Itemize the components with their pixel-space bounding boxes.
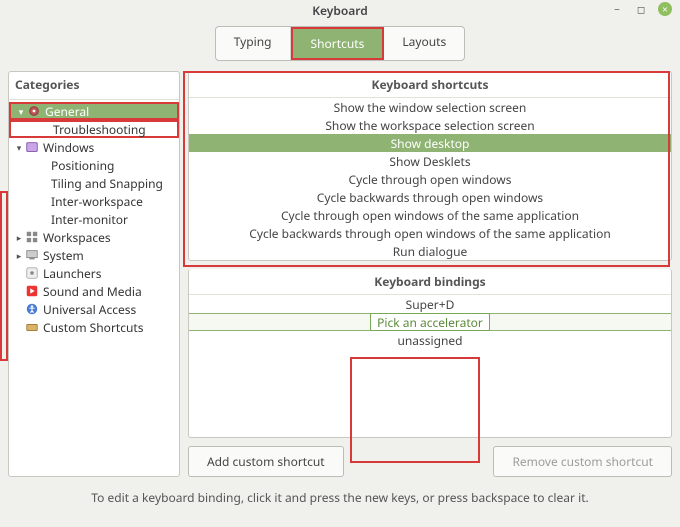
sound-icon (25, 284, 39, 298)
category-item[interactable]: Tiling and Snapping (9, 174, 179, 192)
category-label: Inter-monitor (51, 211, 128, 228)
category-item[interactable]: Sound and Media (9, 282, 179, 300)
main-area: Categories ▾ GeneralTroubleshooting ▾ Windo… (0, 71, 680, 481)
window-title: Keyboard (312, 2, 368, 19)
tab-layouts[interactable]: Layouts (384, 27, 464, 60)
close-icon[interactable]: × (658, 2, 672, 16)
window-controls: − ◻ × (610, 2, 672, 16)
shortcuts-list[interactable]: Show the window selection screenShow the… (189, 98, 671, 260)
minimize-icon[interactable]: − (610, 2, 624, 16)
category-label: Tiling and Snapping (51, 175, 163, 192)
bindings-list[interactable]: Super+DPick an acceleratorunassigned (189, 295, 671, 437)
category-item[interactable]: Inter-workspace (9, 192, 179, 210)
titlebar: Keyboard − ◻ × (0, 0, 680, 20)
categories-panel: Categories ▾ GeneralTroubleshooting ▾ Windo… (8, 71, 180, 477)
shortcut-row[interactable]: Cycle through open windows of the same a… (189, 206, 671, 224)
category-label: General (45, 103, 89, 120)
access-icon (25, 302, 39, 316)
launchers-icon (25, 266, 39, 280)
windows-icon (25, 140, 39, 154)
shortcuts-title: Keyboard shortcuts (189, 72, 671, 98)
category-label: Windows (43, 139, 94, 156)
category-item[interactable]: Positioning (9, 156, 179, 174)
shortcut-row[interactable]: Show desktop (189, 134, 671, 152)
category-label: Launchers (43, 265, 102, 282)
category-label: Positioning (51, 157, 114, 174)
category-label: Troubleshooting (53, 121, 146, 138)
tabs-row: TypingShortcutsLayouts (0, 20, 680, 71)
category-label: Universal Access (43, 301, 136, 318)
categories-title: Categories (9, 72, 179, 100)
category-item[interactable]: Troubleshooting (9, 120, 179, 138)
add-custom-shortcut-button[interactable]: Add custom shortcut (188, 446, 344, 477)
right-column: Keyboard shortcuts Show the window selec… (188, 71, 672, 477)
pick-accelerator-button[interactable]: Pick an accelerator (370, 313, 490, 331)
tabs-group: TypingShortcutsLayouts (215, 26, 466, 61)
category-label: Workspaces (43, 229, 111, 246)
bindings-title: Keyboard bindings (189, 269, 671, 295)
category-label: Custom Shortcuts (43, 319, 144, 336)
chevron-right-icon[interactable]: ▸ (13, 249, 25, 262)
tab-shortcuts[interactable]: Shortcuts (291, 27, 385, 60)
shortcuts-panel: Keyboard shortcuts Show the window selec… (188, 71, 672, 261)
tab-typing[interactable]: Typing (216, 27, 291, 60)
category-item[interactable]: Inter-monitor (9, 210, 179, 228)
category-label: Sound and Media (43, 283, 142, 300)
binding-row[interactable]: Pick an accelerator (189, 313, 671, 331)
chevron-right-icon[interactable]: ▸ (13, 231, 25, 244)
shortcut-row[interactable]: Cycle backwards through open windows of … (189, 224, 671, 242)
shortcut-row[interactable]: Cycle backwards through open windows (189, 188, 671, 206)
category-label: System (43, 247, 84, 264)
bindings-panel: Keyboard bindings Super+DPick an acceler… (188, 269, 672, 438)
category-item[interactable]: ▸ System (9, 246, 179, 264)
gear-icon (27, 104, 41, 118)
shortcut-row[interactable]: Show the workspace selection screen (189, 116, 671, 134)
category-item[interactable]: ▾ Windows (9, 138, 179, 156)
category-item[interactable]: Custom Shortcuts (9, 318, 179, 336)
shortcut-row[interactable]: Run dialogue (189, 242, 671, 260)
maximize-icon[interactable]: ◻ (634, 2, 648, 16)
binding-row[interactable]: Super+D (189, 295, 671, 313)
category-item[interactable]: Launchers (9, 264, 179, 282)
shortcut-row[interactable]: Show Desklets (189, 152, 671, 170)
binding-row[interactable]: unassigned (189, 331, 671, 349)
workspaces-icon (25, 230, 39, 244)
custom-icon (25, 320, 39, 334)
shortcut-row[interactable]: Cycle through open windows (189, 170, 671, 188)
chevron-down-icon[interactable]: ▾ (15, 105, 27, 118)
remove-custom-shortcut-button: Remove custom shortcut (493, 446, 672, 477)
annotation-box (0, 191, 8, 361)
category-label: Inter-workspace (51, 193, 143, 210)
system-icon (25, 248, 39, 262)
category-item[interactable]: ▸ Workspaces (9, 228, 179, 246)
category-item[interactable]: Universal Access (9, 300, 179, 318)
chevron-down-icon[interactable]: ▾ (13, 141, 25, 154)
shortcut-row[interactable]: Show the window selection screen (189, 98, 671, 116)
category-item[interactable]: ▾ General (9, 102, 179, 120)
bottom-buttons: Add custom shortcut Remove custom shortc… (188, 446, 672, 477)
categories-tree[interactable]: ▾ GeneralTroubleshooting ▾ WindowsPositioni… (9, 100, 179, 476)
footer-hint: To edit a keyboard binding, click it and… (0, 481, 680, 506)
